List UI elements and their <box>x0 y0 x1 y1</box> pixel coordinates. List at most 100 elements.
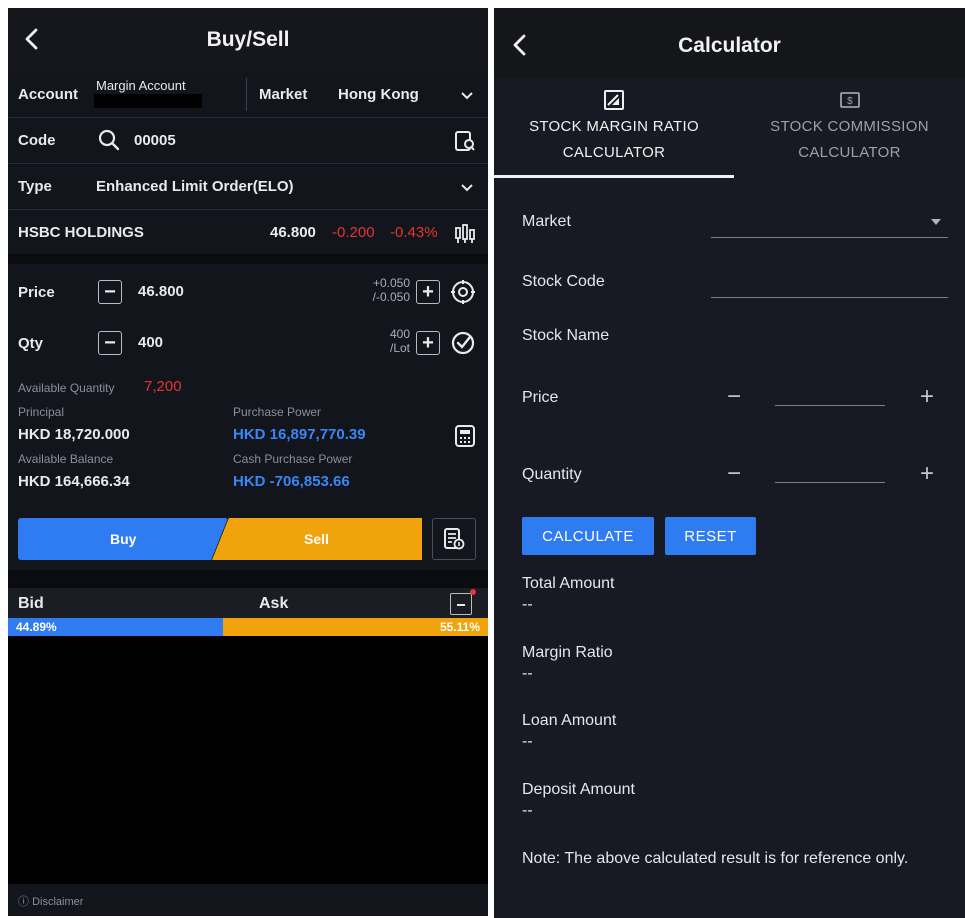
search-icon[interactable] <box>98 129 120 151</box>
image-edit-icon <box>604 90 624 110</box>
margin-ratio-label: Margin Ratio <box>522 644 613 661</box>
section-divider <box>8 254 488 264</box>
stock-name-label: Stock Name <box>522 327 610 344</box>
cash-purchase-power-label: Cash Purchase Power <box>233 452 353 466</box>
dollar-bill-icon: $ <box>839 92 860 108</box>
available-quantity-label: Available Quantity <box>18 381 115 395</box>
disclaimer-label: Disclaimer <box>32 896 84 908</box>
account-market-row: Account Margin Account Market Hong Kong <box>8 72 488 118</box>
ask-ratio-bar: 55.11% <box>223 618 488 636</box>
price-input[interactable]: 46.800 <box>138 283 184 300</box>
total-amount-value: -- <box>522 596 533 613</box>
divider <box>246 78 247 111</box>
qty-lot-number: 400 <box>389 327 410 341</box>
buy-sell-toggle: Buy Sell <box>18 518 422 560</box>
quantity-decrease-button[interactable]: − <box>727 462 741 486</box>
total-amount-label: Total Amount <box>522 575 615 592</box>
order-list-icon <box>444 528 465 550</box>
calculator-icon[interactable] <box>454 424 476 448</box>
svg-text:$: $ <box>847 96 853 107</box>
market-label: Market <box>259 86 308 103</box>
code-label: Code <box>18 132 56 149</box>
tab-label-line1: STOCK COMMISSION <box>770 118 929 135</box>
qty-row: Qty − 400 400 /Lot + <box>8 316 488 368</box>
qty-decrease-button[interactable]: − <box>98 331 122 355</box>
purchase-power-label: Purchase Power <box>233 405 322 419</box>
loan-amount-label: Loan Amount <box>522 712 617 729</box>
quantity-increase-button[interactable]: + <box>920 462 934 486</box>
stock-change: -0.200 <box>332 224 375 241</box>
tab-stock-margin-ratio[interactable]: STOCK MARGIN RATIO CALCULATOR <box>494 78 734 178</box>
page-title: Buy/Sell <box>206 28 290 51</box>
deposit-amount-label: Deposit Amount <box>522 781 635 798</box>
principal-value: HKD 18,720.000 <box>18 426 130 443</box>
chevron-down-icon[interactable] <box>460 181 474 195</box>
price-decrease-button[interactable]: − <box>98 280 122 304</box>
quantity-input[interactable] <box>775 482 885 483</box>
stock-code-input[interactable] <box>711 297 948 298</box>
tab-label-line2: CALCULATOR <box>562 144 666 161</box>
loan-amount-value: -- <box>522 733 533 750</box>
code-row: Code 00005 <box>8 118 488 164</box>
stock-name: HSBC HOLDINGS <box>18 224 144 241</box>
dropdown-arrow-icon[interactable] <box>930 218 942 226</box>
reset-button[interactable]: RESET <box>665 517 756 555</box>
ask-label: Ask <box>259 595 289 612</box>
bid-label: Bid <box>18 595 44 612</box>
calculate-button[interactable]: CALCULATE <box>522 517 654 555</box>
code-input[interactable]: 00005 <box>134 132 176 149</box>
cash-purchase-power-value[interactable]: HKD -706,853.66 <box>233 473 350 490</box>
max-qty-icon[interactable] <box>450 330 476 356</box>
sell-label: Sell <box>304 531 329 547</box>
reference-note: Note: The above calculated result is for… <box>522 850 909 867</box>
market-label: Market <box>522 213 571 230</box>
active-tab-indicator <box>494 175 734 178</box>
tab-label-line2: CALCULATOR <box>798 144 901 161</box>
stock-code-label: Stock Code <box>522 273 605 290</box>
tab-stock-commission[interactable]: $ STOCK COMMISSION CALCULATOR <box>734 78 965 178</box>
price-label: Price <box>522 389 559 406</box>
bid-percent: 44.89% <box>16 620 57 634</box>
buy-button[interactable]: Buy <box>18 518 228 560</box>
qty-increase-button[interactable]: + <box>416 331 440 355</box>
price-row: Price − 46.800 +0.050 /-0.050 + <box>8 264 488 316</box>
buy-sell-screen: Buy/Sell Account Margin Account Market H… <box>8 8 488 916</box>
market-select[interactable] <box>711 237 948 238</box>
deposit-amount-value: -- <box>522 802 533 819</box>
qty-input[interactable]: 400 <box>138 334 163 351</box>
market-select[interactable]: Hong Kong <box>338 86 419 103</box>
price-increase-button[interactable]: + <box>920 385 934 409</box>
info-icon: ⓘ <box>18 896 29 908</box>
order-list-button[interactable] <box>432 518 476 560</box>
minus-icon <box>457 604 465 606</box>
stock-lookup-icon[interactable] <box>453 129 477 153</box>
type-row: Type Enhanced Limit Order(ELO) <box>8 164 488 210</box>
calculator-screen: Calculator STOCK MARGIN RATIO CALCULATOR… <box>494 8 965 918</box>
stock-quote-row: HSBC HOLDINGS 46.800 -0.200 -0.43% <box>8 210 488 254</box>
bid-ratio-bar: 44.89% <box>8 618 223 636</box>
price-step-down: /-0.050 <box>372 290 410 304</box>
account-select[interactable]: Margin Account <box>96 78 186 93</box>
price-increase-button[interactable]: + <box>416 280 440 304</box>
price-input[interactable] <box>775 405 885 406</box>
disclaimer-link[interactable]: ⓘ Disclaimer <box>8 884 488 916</box>
order-type-select[interactable]: Enhanced Limit Order(ELO) <box>96 178 294 195</box>
calculator-header: Calculator <box>494 8 965 78</box>
collapse-button[interactable] <box>450 589 476 615</box>
target-icon[interactable] <box>450 279 476 305</box>
purchase-power-value[interactable]: HKD 16,897,770.39 <box>233 426 366 443</box>
available-balance-label: Available Balance <box>18 452 114 466</box>
chart-icon[interactable] <box>453 222 477 244</box>
qty-lot-unit: /Lot <box>389 341 410 355</box>
page-title: Calculator <box>678 34 781 57</box>
chevron-down-icon[interactable] <box>460 89 474 103</box>
price-decrease-button[interactable]: − <box>727 385 741 409</box>
price-label: Price <box>18 284 55 301</box>
order-book-area <box>8 636 488 884</box>
notification-dot <box>470 589 476 595</box>
principal-label: Principal <box>18 405 65 419</box>
sell-button[interactable]: Sell <box>212 518 422 560</box>
quantity-label: Quantity <box>522 466 582 483</box>
stock-price: 46.800 <box>270 224 316 241</box>
redacted-account-number <box>94 94 202 108</box>
